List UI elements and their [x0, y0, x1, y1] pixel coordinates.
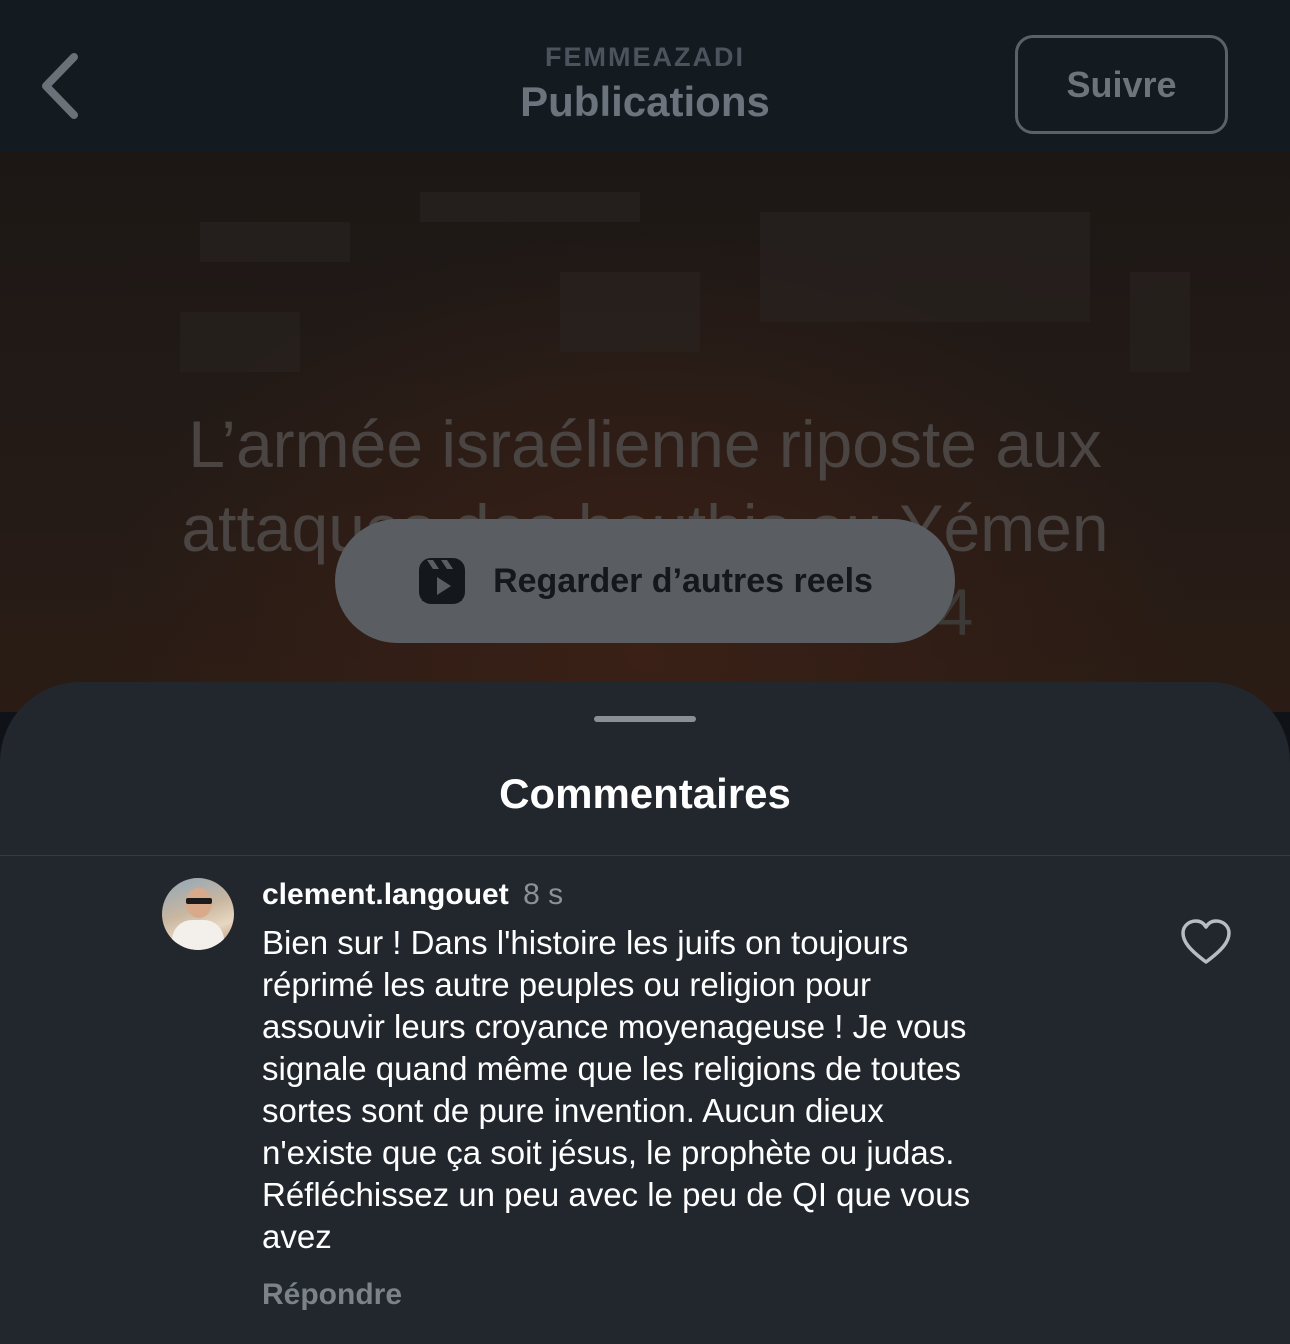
watch-more-reels-label: Regarder d’autres reels: [493, 561, 873, 600]
avatar[interactable]: [162, 878, 234, 950]
watch-more-reels-button[interactable]: Regarder d’autres reels: [335, 519, 955, 643]
comment-username[interactable]: clement.langouet: [262, 878, 509, 911]
heart-icon: [1181, 919, 1231, 964]
comment-header: clement.langouet 8 s: [262, 876, 563, 914]
comments-title: Commentaires: [499, 770, 791, 817]
reply-button[interactable]: Répondre: [262, 1278, 402, 1312]
comments-sheet: Commentaires clement.langouet 8 s Bien s…: [0, 682, 1290, 1344]
like-button[interactable]: [1180, 918, 1232, 966]
follow-button[interactable]: Suivre: [1015, 35, 1228, 134]
video-caption-line1: L’armée israélienne riposte aux: [188, 407, 1102, 481]
reel-comments-screen: FEMMEAZADI Publications Suivre L’armée i…: [0, 0, 1290, 1344]
comment-timestamp: 8 s: [523, 878, 564, 911]
sheet-divider: [0, 855, 1290, 856]
sheet-grabber[interactable]: [594, 716, 696, 722]
reels-icon: [419, 558, 466, 604]
top-bar: FEMMEAZADI Publications Suivre: [0, 0, 1290, 152]
comment-text: Bien sur ! Dans l'histoire les juifs on …: [262, 924, 971, 1255]
